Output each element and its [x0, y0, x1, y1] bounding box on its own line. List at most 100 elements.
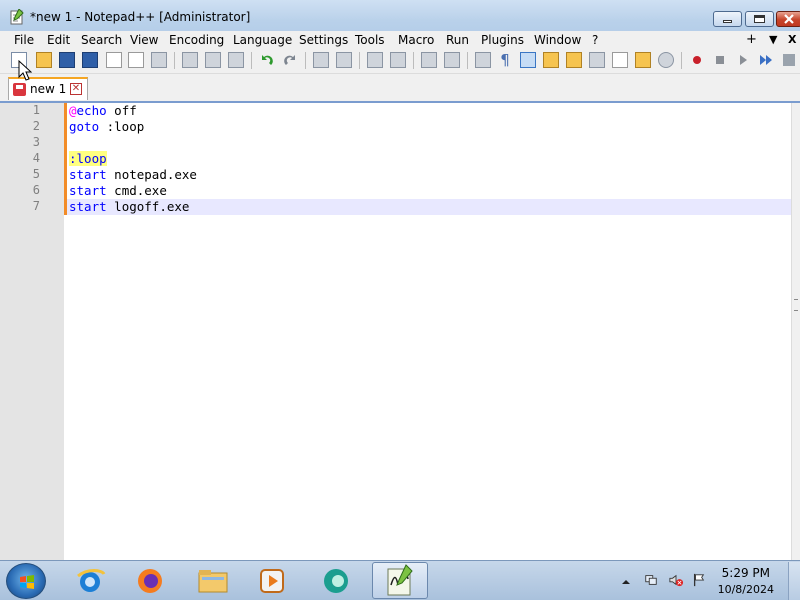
save-icon[interactable] [59, 52, 75, 68]
line-number: 2 [32, 119, 40, 133]
document-map-icon[interactable] [566, 52, 582, 68]
editor[interactable]: 1 2 3 4 5 6 7 @echo off goto :loop:loop st… [0, 103, 791, 560]
function-list-icon[interactable] [612, 52, 628, 68]
tab-close-icon[interactable]: ✕ [70, 83, 82, 95]
menu-help[interactable]: ? [592, 33, 598, 47]
close-button[interactable] [776, 11, 800, 27]
play-macro-icon[interactable] [735, 52, 751, 68]
code-line[interactable]: :loop [69, 151, 107, 167]
maximize-button[interactable] [745, 11, 774, 27]
document-list-icon[interactable] [589, 52, 605, 68]
vertical-scrollbar[interactable] [791, 103, 800, 560]
volume-muted-icon[interactable] [667, 573, 685, 587]
code-line[interactable]: start cmd.exe [69, 183, 167, 199]
action-center-flag-icon[interactable] [691, 573, 707, 587]
line-number: 6 [32, 183, 40, 197]
unsaved-file-icon [13, 83, 26, 96]
network-icon[interactable] [643, 573, 659, 587]
media-player-icon[interactable] [254, 564, 290, 598]
menu-plugins[interactable]: Plugins [481, 33, 524, 47]
redo-icon[interactable] [282, 52, 298, 68]
tab-list-arrow[interactable]: ▼ [769, 33, 777, 46]
show-hidden-icons-arrow[interactable] [621, 575, 631, 589]
word-wrap-icon[interactable] [475, 52, 491, 68]
indent-guide-icon[interactable] [520, 52, 536, 68]
scrollbar-grip[interactable] [794, 299, 798, 311]
menu-encoding[interactable]: Encoding [169, 33, 224, 47]
file-explorer-icon[interactable] [195, 564, 231, 598]
folder-workspace-icon[interactable] [635, 52, 651, 68]
notepad-plus-plus-taskbar-button[interactable] [372, 562, 428, 599]
undo-icon[interactable] [259, 52, 275, 68]
menu-bar: File Edit Search View Encoding Language … [0, 31, 800, 49]
find-icon[interactable] [313, 52, 329, 68]
monitoring-icon[interactable] [658, 52, 674, 68]
close-all-icon[interactable] [128, 52, 144, 68]
menu-run[interactable]: Run [446, 33, 469, 47]
zoom-out-icon[interactable] [390, 52, 406, 68]
code-line[interactable]: @echo off [69, 103, 137, 119]
line-number: 5 [32, 167, 40, 181]
toolbar-divider [174, 52, 175, 69]
menu-edit[interactable]: Edit [47, 33, 70, 47]
define-language-icon[interactable] [543, 52, 559, 68]
maximize-icon [754, 15, 765, 23]
internet-explorer-icon[interactable] [72, 564, 108, 598]
zoom-in-icon[interactable] [367, 52, 383, 68]
windows-logo-icon [20, 575, 34, 589]
menu-settings[interactable]: Settings [299, 33, 348, 47]
menu-file[interactable]: File [14, 33, 34, 47]
notepad-plus-plus-icon [387, 564, 413, 596]
show-all-characters-icon[interactable]: ¶ [497, 52, 513, 68]
firefox-icon[interactable] [132, 564, 168, 598]
stop-macro-icon[interactable] [712, 52, 728, 68]
copy-icon[interactable] [205, 52, 221, 68]
keyword-token: start [69, 183, 107, 198]
paste-icon[interactable] [228, 52, 244, 68]
code-line[interactable]: start logoff.exe [69, 199, 189, 215]
code-line[interactable]: goto :loop [69, 119, 144, 135]
cut-icon[interactable] [182, 52, 198, 68]
save-all-icon[interactable] [82, 52, 98, 68]
print-icon[interactable] [151, 52, 167, 68]
text-token: :loop [99, 119, 145, 134]
label-token: :loop [69, 151, 107, 166]
menu-tools[interactable]: Tools [355, 33, 385, 47]
sync-horizontal-icon[interactable] [444, 52, 460, 68]
keyword-token: start [69, 167, 107, 182]
menu-window[interactable]: Window [534, 33, 581, 47]
record-macro-icon[interactable] [689, 52, 705, 68]
save-macro-icon[interactable] [781, 52, 797, 68]
text-token: notepad.exe [106, 167, 197, 182]
new-document-plus[interactable]: + [746, 32, 757, 47]
clock-time[interactable]: 5:29 PM [722, 566, 770, 580]
toolbar-divider [467, 52, 468, 69]
edge-browser-icon[interactable] [318, 564, 354, 598]
open-file-icon[interactable] [36, 52, 52, 68]
menu-macro[interactable]: Macro [398, 33, 434, 47]
play-multiple-icon[interactable] [758, 52, 774, 68]
close-icon [784, 14, 794, 24]
text-token: logoff.exe [106, 199, 190, 214]
clock-date[interactable]: 10/8/2024 [718, 583, 774, 596]
toolbar: ¶ [0, 49, 800, 74]
line-number: 4 [32, 151, 40, 165]
replace-icon[interactable] [336, 52, 352, 68]
title-bar[interactable]: *new 1 - Notepad++ [Administrator] [0, 0, 800, 35]
sync-vertical-icon[interactable] [421, 52, 437, 68]
keyword-token: echo [76, 103, 107, 118]
keyword-token: goto [69, 119, 100, 134]
toolbar-divider [251, 52, 252, 69]
close-file-icon[interactable] [106, 52, 122, 68]
minimize-button[interactable] [713, 11, 742, 27]
menu-view[interactable]: View [130, 33, 158, 47]
toolbar-divider [681, 52, 682, 69]
mouse-cursor-icon [18, 60, 32, 81]
menu-search[interactable]: Search [81, 33, 122, 47]
show-desktop-button[interactable] [788, 562, 800, 600]
code-line[interactable]: start notepad.exe [69, 167, 197, 183]
start-button[interactable] [6, 563, 46, 599]
close-document-x[interactable]: X [788, 33, 796, 46]
line-number: 1 [32, 103, 40, 117]
menu-language[interactable]: Language [233, 33, 292, 47]
